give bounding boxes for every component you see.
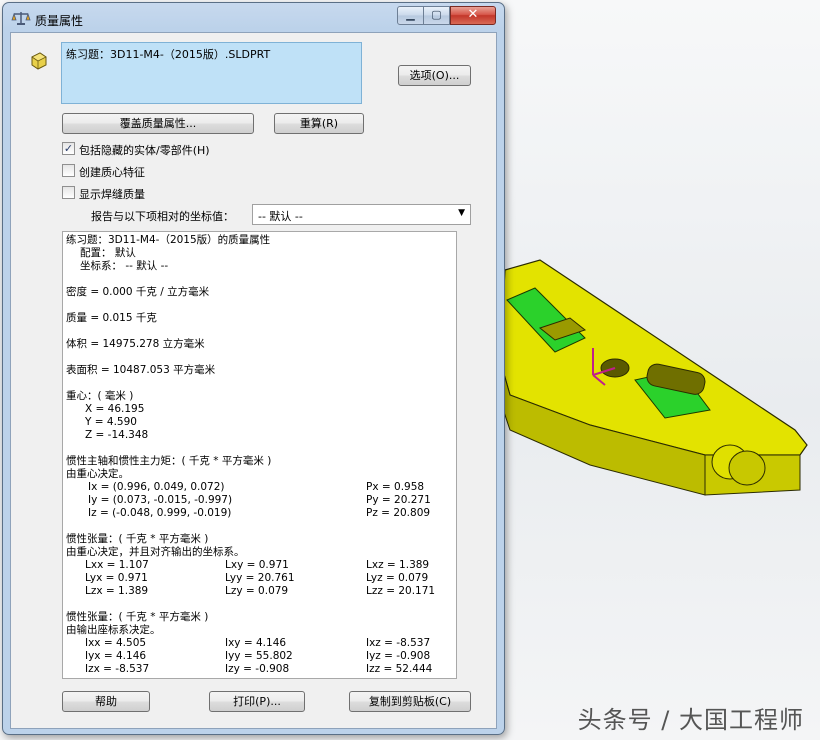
minimize-icon[interactable]: ▁ [397,6,424,25]
report-principal-title: 惯性主轴和惯性主力矩：( 千克 * 平方毫米 ) [66,455,272,467]
report-ix: Ix = (0.996, 0.049, 0.072) [88,481,225,493]
report-tensor1-title: 惯性张量：( 千克 * 平方毫米 ) [66,533,209,545]
coordinate-system-label: 报告与以下项相对的坐标值： [91,210,234,223]
include-hidden-checkbox[interactable]: ✓ [62,142,75,155]
report-iz: Iz = (-0.048, 0.999, -0.019) [88,507,232,519]
help-button[interactable]: 帮助 [62,691,150,712]
report-tensor2-title: 惯性张量：( 千克 * 平方毫米 ) [66,611,209,623]
report-lzy: Lzy = 0.079 [225,585,289,597]
report-izz: Izz = 52.444 [366,663,433,675]
part-icon [31,52,47,70]
report-lxx: Lxx = 1.107 [85,559,149,571]
report-lxz: Lxz = 1.389 [366,559,430,571]
report-area: 表面积 = 10487.053 平方毫米 [66,364,216,376]
report-pz: Pz = 20.809 [366,507,431,519]
report-lyy: Lyy = 20.761 [225,572,295,584]
report-izy: Izy = -0.908 [225,663,290,675]
report-lzz: Lzz = 20.171 [366,585,436,597]
report-coordsys: 坐标系： -- 默认 -- [80,260,169,272]
report-lxy: Lxy = 0.971 [225,559,289,571]
show-weld-checkbox[interactable] [62,186,75,199]
report-lyx: Lyx = 0.971 [85,572,148,584]
coordinate-system-value: -- 默认 -- [258,210,303,223]
report-tensor1-sub: 由重心决定，并且对齐输出的坐标系。 [66,546,245,558]
dialog-client-area: 练习题：3D11-M4-（2015版）.SLDPRT 选项(O)... 覆盖质量… [10,32,497,729]
report-header: 练习题：3D11-M4-（2015版）的质量属性 [66,234,271,246]
show-weld-label: 显示焊缝质量 [79,188,145,201]
report-volume: 体积 = 14975.278 立方毫米 [66,338,205,350]
report-com-z: Z = -14.348 [85,429,149,441]
report-iyx: Iyx = 4.146 [85,650,147,662]
report-izx: Izx = -8.537 [85,663,150,675]
print-button[interactable]: 打印(P)... [209,691,305,712]
override-mass-properties-button[interactable]: 覆盖质量属性... [62,113,254,134]
recalculate-button[interactable]: 重算(R) [274,113,364,134]
report-density: 密度 = 0.000 千克 / 立方毫米 [66,286,210,298]
report-tensor2-sub: 由输出座标系决定。 [66,624,161,636]
create-com-label: 创建质心特征 [79,166,145,179]
create-com-checkbox[interactable] [62,164,75,177]
report-lyz: Lyz = 0.079 [366,572,429,584]
results-text-area[interactable]: 练习题：3D11-M4-（2015版）的质量属性 配置： 默认 坐标系： -- … [62,231,457,679]
report-iy: Iy = (0.073, -0.015, -0.997) [88,494,233,506]
selected-items-list[interactable]: 练习题：3D11-M4-（2015版）.SLDPRT [61,42,362,104]
scale-icon [11,12,31,25]
report-ixz: Ixz = -8.537 [366,637,431,649]
report-mass: 质量 = 0.015 千克 [66,312,157,324]
window-title: 质量属性 [35,14,84,28]
report-com-y: Y = 4.590 [85,416,137,428]
coordinate-system-select[interactable]: -- 默认 -- ▼ [252,204,471,225]
options-button[interactable]: 选项(O)... [398,65,471,86]
report-py: Py = 20.271 [366,494,431,506]
watermark-text: 头条号 / 大国工程师 [577,706,804,734]
report-px: Px = 0.958 [366,481,425,493]
include-hidden-label: 包括隐藏的实体/零部件(H) [79,144,210,157]
selected-item[interactable]: 练习题：3D11-M4-（2015版）.SLDPRT [66,48,270,61]
report-ixy: Ixy = 4.146 [225,637,287,649]
report-com-x: X = 46.195 [85,403,145,415]
report-com-title: 重心：( 毫米 ) [66,390,134,402]
copy-to-clipboard-button[interactable]: 复制到剪贴板(C) [349,691,471,712]
report-iyy: Iyy = 55.802 [225,650,293,662]
report-iyz: Iyz = -0.908 [366,650,431,662]
report-ixx: Ixx = 4.505 [85,637,147,649]
report-config: 配置： 默认 [80,247,136,259]
mass-properties-dialog[interactable]: 质量属性 ▁ ▢ ✕ 练习题：3D11-M4-（2015版）.SLDPRT 选项… [2,2,505,735]
part-model[interactable] [495,240,820,540]
report-lzx: Lzx = 1.389 [85,585,149,597]
title-bar[interactable]: 质量属性 ▁ ▢ ✕ [3,3,504,33]
dropdown-arrow-icon[interactable]: ▼ [458,208,465,218]
report-principal-sub: 由重心决定。 [66,468,129,480]
close-icon[interactable]: ✕ [450,6,496,25]
maximize-icon[interactable]: ▢ [423,6,450,25]
